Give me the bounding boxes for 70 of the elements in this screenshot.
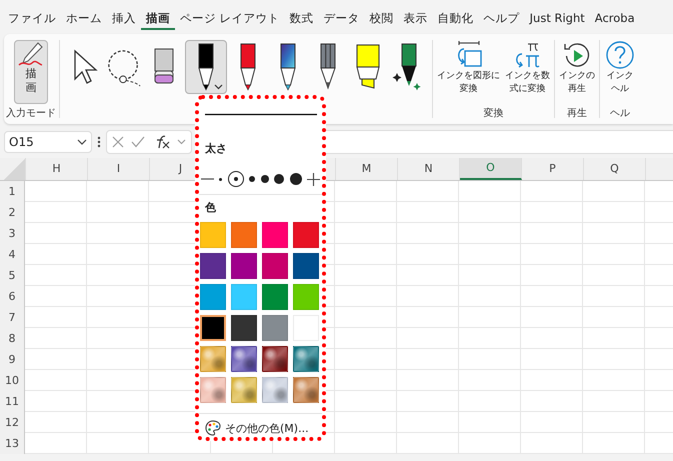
row-header[interactable]: 13 bbox=[0, 433, 25, 454]
menu-tab[interactable]: Acroba bbox=[590, 6, 640, 32]
menu-tab[interactable]: Just Right bbox=[524, 6, 590, 32]
section-label: 色 bbox=[204, 201, 217, 215]
group-label: 入力モード bbox=[6, 107, 56, 121]
menu-tab[interactable]: 校閲 bbox=[364, 6, 399, 32]
menu-tab[interactable]: 数式 bbox=[284, 6, 319, 32]
replay-button[interactable]: インクの 再生 bbox=[558, 40, 596, 96]
thickness-option[interactable] bbox=[274, 174, 284, 184]
row-header[interactable]: 6 bbox=[0, 286, 25, 307]
row-header[interactable]: 9 bbox=[0, 349, 25, 370]
shape-button[interactable]: インクを図形に 変換 bbox=[436, 40, 501, 96]
chevron-down-icon bbox=[177, 139, 186, 145]
dot-icon bbox=[260, 175, 269, 183]
column-header[interactable]: M bbox=[336, 158, 398, 180]
row-header[interactable]: 7 bbox=[0, 307, 25, 328]
dot-icon bbox=[249, 176, 256, 182]
menu-tab[interactable]: ホーム bbox=[61, 6, 107, 32]
dot-icon bbox=[274, 174, 284, 184]
group-label: 再生 bbox=[567, 107, 587, 121]
menu-tab[interactable]: ヘルプ bbox=[478, 6, 525, 32]
group-label: ヘル bbox=[610, 107, 630, 121]
menu-tab[interactable]: 描画 bbox=[141, 8, 175, 30]
help-icon bbox=[604, 40, 636, 70]
more-options-icon bbox=[97, 136, 101, 148]
thickness-option[interactable] bbox=[228, 171, 244, 187]
column-header[interactable]: Q bbox=[584, 158, 646, 180]
chevron-down-icon bbox=[214, 84, 223, 90]
row-header[interactable]: 10 bbox=[0, 370, 25, 391]
menu-tab[interactable]: ファイル bbox=[3, 6, 61, 32]
palette-icon bbox=[205, 420, 221, 436]
dot-icon bbox=[290, 173, 302, 185]
row-header[interactable]: 3 bbox=[0, 223, 25, 244]
row-header[interactable]: 8 bbox=[0, 328, 25, 349]
dot-icon bbox=[234, 177, 238, 181]
thickness-option[interactable] bbox=[249, 176, 256, 182]
cancel-icon bbox=[112, 136, 124, 148]
menu-tab[interactable]: 挿入 bbox=[107, 6, 141, 32]
chevron-down-icon bbox=[77, 138, 87, 146]
group-label: 変換 bbox=[484, 107, 504, 121]
check-icon bbox=[131, 136, 145, 148]
row-header[interactable]: 12 bbox=[0, 412, 25, 433]
pen-icon bbox=[17, 41, 45, 67]
color-swatch[interactable] bbox=[200, 315, 226, 341]
column-header[interactable]: O bbox=[460, 158, 522, 180]
row-header[interactable]: 11 bbox=[0, 391, 25, 412]
thickness-option[interactable] bbox=[290, 173, 302, 185]
row-header[interactable]: 2 bbox=[0, 202, 25, 223]
column-header[interactable]: H bbox=[26, 158, 88, 180]
pen-tool-button[interactable] bbox=[185, 40, 227, 94]
menu-tab[interactable]: データ bbox=[318, 6, 365, 32]
section-label: 太さ bbox=[204, 142, 228, 156]
thickness-option[interactable] bbox=[219, 178, 222, 180]
row-header[interactable]: 5 bbox=[0, 265, 25, 286]
help-button[interactable]: インク ヘル bbox=[603, 40, 637, 96]
menu-tab[interactable]: ページ レイアウト bbox=[175, 6, 285, 32]
row-header[interactable]: 1 bbox=[0, 181, 25, 202]
menu-tab[interactable]: 自動化 bbox=[432, 6, 479, 32]
name-box[interactable]: O15 bbox=[4, 131, 92, 153]
math-button[interactable]: インクを数 式に変換 bbox=[504, 40, 551, 96]
thickness-option[interactable] bbox=[260, 175, 269, 183]
row-header[interactable]: 4 bbox=[0, 244, 25, 265]
column-header[interactable]: I bbox=[88, 158, 150, 180]
plus-icon bbox=[306, 172, 320, 186]
draw-mode-button[interactable]: 描画 bbox=[14, 40, 48, 104]
menu-tab[interactable]: 表示 bbox=[398, 6, 433, 32]
dot-icon bbox=[219, 178, 222, 180]
column-header[interactable]: P bbox=[522, 158, 584, 180]
minus-icon bbox=[201, 178, 214, 180]
more-colors-item[interactable]: その他の色(M)... bbox=[199, 414, 322, 436]
